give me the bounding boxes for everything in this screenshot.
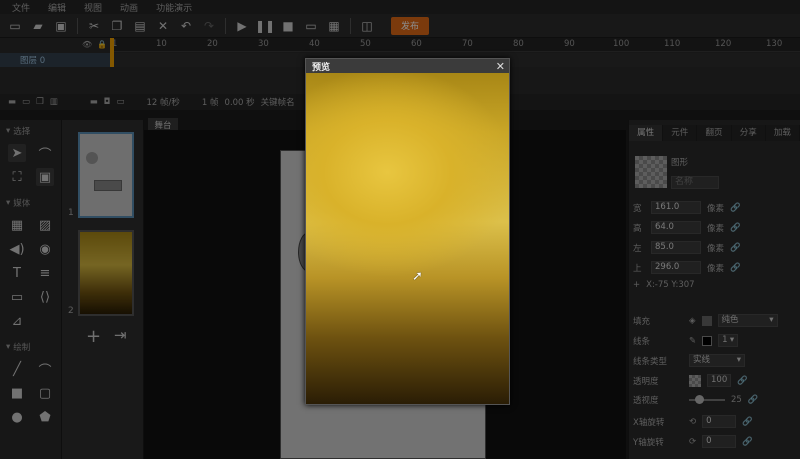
close-icon[interactable]: ✕ [496, 60, 505, 73]
preview-content[interactable] [306, 73, 509, 404]
preview-title: 预览 [312, 62, 331, 73]
preview-dialog: 预览 ✕ ➚ [305, 58, 510, 405]
mouse-cursor-icon: ➚ [412, 269, 423, 284]
preview-title-bar[interactable]: 预览 ✕ [306, 59, 509, 73]
